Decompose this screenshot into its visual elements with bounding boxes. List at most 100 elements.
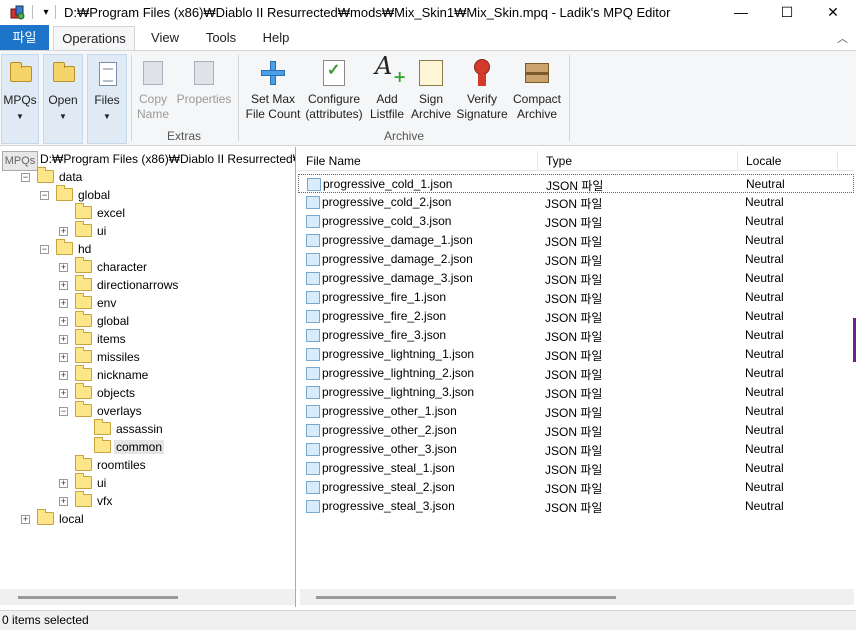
tree-node[interactable]: + local — [0, 509, 295, 529]
folder-icon — [94, 419, 111, 435]
column-header-type[interactable]: Type — [538, 151, 738, 171]
collapse-icon[interactable]: − — [59, 407, 68, 416]
sign-archive-button[interactable]: Sign Archive — [409, 54, 453, 122]
table-row[interactable]: progressive_other_3.json JSON 파일 Neutral — [298, 440, 854, 459]
tree-node[interactable]: + global — [0, 311, 295, 331]
close-button[interactable]: ✕ — [810, 0, 856, 24]
tree-node[interactable]: + character — [0, 257, 295, 277]
table-row[interactable]: progressive_damage_3.json JSON 파일 Neutral — [298, 269, 854, 288]
tree-node[interactable]: + objects — [0, 383, 295, 403]
files-button[interactable]: Files ▼ — [87, 54, 127, 144]
minimize-button[interactable]: — — [718, 0, 764, 24]
tab-operations[interactable]: Operations — [53, 26, 135, 51]
file-name-cell: progressive_lightning_1.json — [322, 347, 475, 361]
tab-view[interactable]: View — [140, 26, 190, 50]
file-type-cell: JSON 파일 — [545, 273, 603, 287]
tree-node[interactable]: + items — [0, 329, 295, 349]
add-listfile-button[interactable]: A + Add Listfile — [368, 54, 406, 122]
tree-horizontal-scrollbar[interactable] — [0, 589, 295, 605]
scrollbar-thumb[interactable] — [316, 596, 616, 599]
table-row[interactable]: progressive_damage_2.json JSON 파일 Neutral — [298, 250, 854, 269]
expand-icon[interactable]: + — [59, 317, 68, 326]
expand-icon[interactable]: + — [59, 263, 68, 272]
tree-node-label: local — [59, 512, 84, 526]
table-row[interactable]: progressive_steal_3.json JSON 파일 Neutral — [298, 497, 854, 516]
file-list[interactable]: File Name Type Locale progressive_cold_1… — [298, 147, 856, 607]
tab-help[interactable]: Help — [252, 26, 300, 50]
ribbon-separator — [131, 55, 132, 141]
table-row[interactable]: progressive_fire_3.json JSON 파일 Neutral — [298, 326, 854, 345]
tree-node[interactable]: + nickname — [0, 365, 295, 385]
tree-node[interactable]: + missiles — [0, 347, 295, 367]
table-row[interactable]: progressive_lightning_3.json JSON 파일 Neutr… — [298, 383, 854, 402]
ribbon-panel: MPQs ▼ Open ▼ Files ▼ Copy Name Properti… — [0, 50, 856, 146]
table-row[interactable]: progressive_fire_2.json JSON 파일 Neutral — [298, 307, 854, 326]
table-row[interactable]: progressive_steal_2.json JSON 파일 Neutral — [298, 478, 854, 497]
list-horizontal-scrollbar[interactable] — [300, 589, 854, 605]
expand-icon[interactable]: + — [59, 299, 68, 308]
table-row[interactable]: progressive_other_1.json JSON 파일 Neutral — [298, 402, 854, 421]
expand-icon[interactable]: + — [59, 479, 68, 488]
tree-node-label: missiles — [97, 350, 140, 364]
quick-access-dropdown-icon[interactable]: ▾ — [39, 7, 53, 18]
tree-node[interactable]: − overlays — [0, 401, 295, 421]
scrollbar-thumb[interactable] — [18, 596, 178, 599]
json-file-icon — [306, 215, 320, 228]
tree-node[interactable]: roomtiles — [0, 455, 295, 475]
tree-node[interactable]: − data — [0, 167, 295, 187]
collapse-ribbon-icon[interactable]: ︿ — [837, 30, 848, 46]
expand-icon[interactable]: + — [59, 353, 68, 362]
expand-icon[interactable]: + — [59, 335, 68, 344]
tree-node[interactable]: + env — [0, 293, 295, 313]
column-header-file-name[interactable]: File Name — [298, 151, 538, 171]
tree-node[interactable]: − hd — [0, 239, 295, 259]
tree-node[interactable]: − global — [0, 185, 295, 205]
table-row[interactable]: progressive_damage_1.json JSON 파일 Neutral — [298, 231, 854, 250]
table-row[interactable]: progressive_cold_2.json JSON 파일 Neutral — [298, 193, 854, 212]
table-row[interactable]: progressive_steal_1.json JSON 파일 Neutral — [298, 459, 854, 478]
collapse-icon[interactable]: − — [40, 245, 49, 254]
table-row[interactable]: progressive_other_2.json JSON 파일 Neutral — [298, 421, 854, 440]
tree-node-label: overlays — [97, 404, 142, 418]
open-button[interactable]: Open ▼ — [43, 54, 83, 144]
collapse-icon[interactable]: − — [40, 191, 49, 200]
table-row[interactable]: progressive_cold_3.json JSON 파일 Neutral — [298, 212, 854, 231]
expand-icon[interactable]: + — [59, 497, 68, 506]
set-max-file-count-button[interactable]: Set Max File Count — [244, 54, 302, 122]
expand-icon[interactable]: + — [59, 371, 68, 380]
expand-icon[interactable]: + — [59, 389, 68, 398]
copy-name-button[interactable]: Copy Name — [135, 54, 171, 122]
json-file-icon — [306, 386, 320, 399]
compact-archive-button[interactable]: Compact Archive — [510, 54, 564, 122]
collapse-icon[interactable]: − — [21, 173, 30, 182]
tree-node[interactable]: assassin — [0, 419, 295, 439]
file-type-cell: JSON 파일 — [545, 330, 603, 344]
properties-button[interactable]: Properties — [175, 54, 233, 107]
expand-icon[interactable]: + — [59, 281, 68, 290]
mpqs-button[interactable]: MPQs ▼ — [1, 54, 39, 144]
configure-attributes-button[interactable]: Configure (attributes) — [304, 54, 364, 122]
tree-node-label: common — [114, 440, 165, 454]
column-header-locale[interactable]: Locale — [738, 151, 838, 171]
file-name-cell: progressive_other_2.json — [322, 423, 457, 437]
table-row[interactable]: progressive_cold_1.json JSON 파일 Neutral — [298, 174, 854, 193]
expand-icon[interactable]: + — [59, 227, 68, 236]
tree-node-label: vfx — [97, 494, 113, 508]
maximize-button[interactable]: ☐ — [764, 0, 810, 24]
dropdown-arrow-icon: ▼ — [16, 112, 24, 121]
app-icon[interactable] — [10, 4, 26, 20]
tab-file[interactable]: 파일 — [0, 25, 49, 50]
tree-node[interactable]: excel — [0, 203, 295, 223]
tab-tools[interactable]: Tools — [195, 26, 247, 50]
tree-node[interactable]: + ui — [0, 221, 295, 241]
table-row[interactable]: progressive_fire_1.json JSON 파일 Neutral — [298, 288, 854, 307]
table-row[interactable]: progressive_lightning_2.json JSON 파일 Neutr… — [298, 364, 854, 383]
folder-tree[interactable]: MPQs D:₩Program Files (x86)₩Diablo II Re… — [0, 147, 296, 607]
json-file-icon — [306, 348, 320, 361]
verify-signature-button[interactable]: Verify Signature — [455, 54, 509, 122]
table-row[interactable]: progressive_lightning_1.json JSON 파일 Neutr… — [298, 345, 854, 364]
tree-node[interactable]: common — [0, 437, 295, 457]
tree-node[interactable]: + directionarrows — [0, 275, 295, 295]
expand-icon[interactable]: + — [21, 515, 30, 524]
tree-node[interactable]: + ui — [0, 473, 295, 493]
